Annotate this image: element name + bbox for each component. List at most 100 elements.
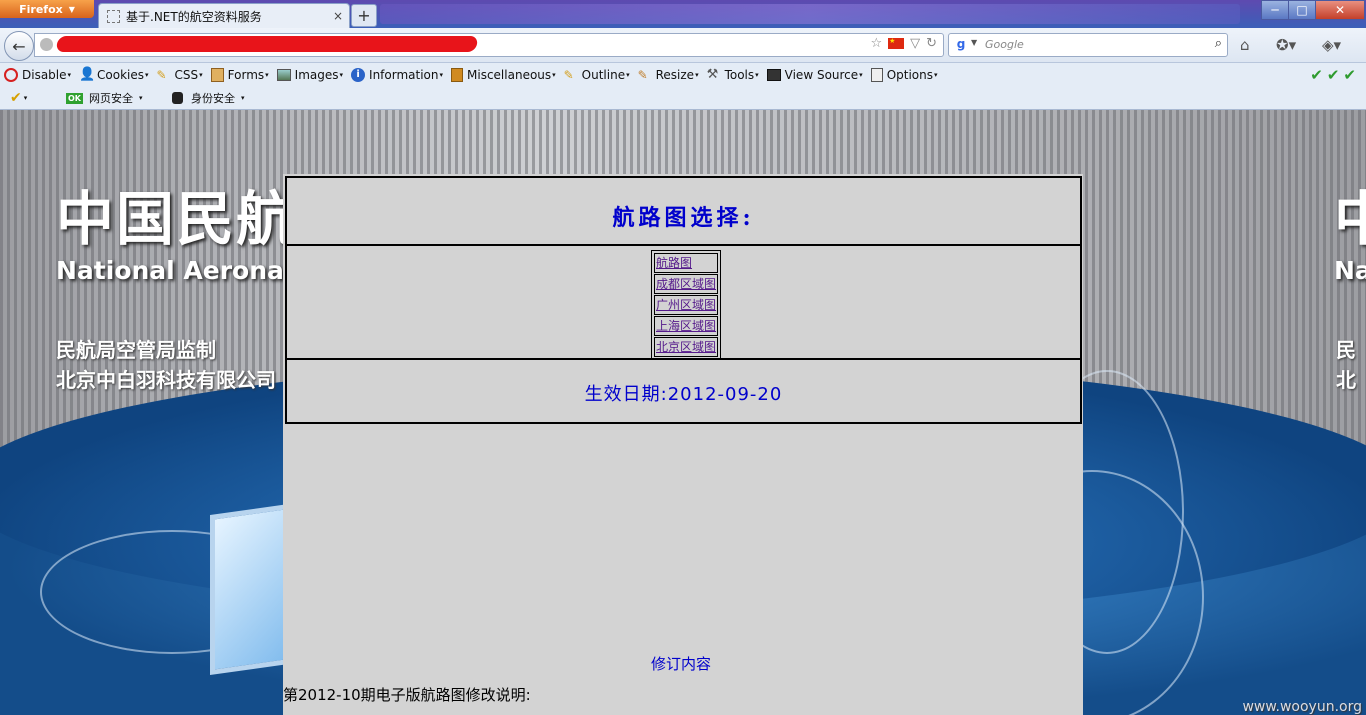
logo-english-right: Na	[1334, 256, 1366, 285]
effective-date: 生效日期:2012-09-20	[584, 384, 783, 405]
devtool-information[interactable]: i Information ▾	[351, 68, 443, 82]
panel-title: 航路图选择:	[612, 205, 755, 231]
devtool-label: View Source	[784, 68, 859, 82]
devtool-label: Disable	[22, 68, 67, 82]
devtool-label: Cookies	[97, 68, 145, 82]
devtool-miscellaneous[interactable]: Miscellaneous ▾	[451, 68, 556, 82]
url-bar[interactable]: ☆ ▽ ↻	[34, 33, 944, 57]
table-row: 航路图 成都区域图 广州区域图 上海区域图 北京区域图	[286, 245, 1081, 360]
map-links-list: 航路图 成都区域图 广州区域图 上海区域图 北京区域图	[651, 250, 722, 360]
info-icon: i	[351, 68, 366, 82]
check-circle-icon: ✔	[10, 90, 22, 106]
identity-safety-label: 身份安全	[191, 92, 235, 105]
devtool-outline[interactable]: ✎ Outline ▾	[564, 68, 630, 82]
route-map-panel: 航路图选择: 航路图 成都区域图 广州区域图 上海区域图 北京区域图 生效日期:…	[283, 174, 1083, 715]
no-entry-icon	[4, 68, 18, 82]
revision-link[interactable]: 修订内容	[651, 653, 711, 674]
link-chengdu-map[interactable]: 成都区域图	[654, 274, 719, 294]
company-text-right: 北	[1336, 368, 1356, 392]
book-icon	[451, 68, 464, 82]
devtool-disable[interactable]: Disable ▾	[4, 68, 71, 82]
close-window-button[interactable]: ✕	[1315, 0, 1365, 20]
tab-active[interactable]: 基于.NET的航空资料服务 ×	[98, 3, 350, 29]
devtool-label: Images	[294, 68, 339, 82]
company-text: 北京中白羽科技有限公司	[56, 368, 276, 392]
background-tabs[interactable]	[380, 4, 1240, 24]
devtool-options[interactable]: Options ▾	[870, 68, 938, 82]
devtool-label: Resize	[655, 68, 695, 82]
devtool-images[interactable]: Images ▾	[276, 68, 343, 82]
home-icon[interactable]: ⌂	[1240, 36, 1250, 54]
logo-chinese-right: 中	[1334, 185, 1366, 253]
devtool-label: CSS	[174, 68, 199, 82]
bookmarks-icon[interactable]: ✪▾	[1276, 36, 1296, 54]
route-map-table: 航路图选择: 航路图 成都区域图 广州区域图 上海区域图 北京区域图 生效日期:…	[285, 176, 1082, 424]
devtool-forms[interactable]: Forms ▾	[210, 68, 269, 82]
maximize-button[interactable]: □	[1288, 0, 1316, 20]
link-beijing-map[interactable]: 北京区域图	[654, 337, 719, 357]
search-placeholder: Google	[985, 38, 1024, 51]
devtool-view-source[interactable]: View Source ▾	[766, 68, 863, 82]
pencil-icon: ✎	[156, 68, 167, 82]
revision-note: 第2012-10期电子版航路图修改说明:	[283, 686, 531, 704]
google-icon[interactable]: g	[953, 37, 969, 53]
reload-icon[interactable]: ↻	[926, 36, 937, 51]
image-icon	[276, 69, 291, 81]
search-magnifier-icon[interactable]: ⌕	[1215, 36, 1222, 51]
supervision-text: 民航局空管局监制	[56, 338, 216, 362]
watermark: www.wooyun.org	[1242, 699, 1362, 715]
search-engine-dropdown-icon[interactable]: ▼	[971, 38, 977, 47]
devtool-resize[interactable]: ✎ Resize ▾	[638, 68, 699, 82]
identity-safety-button[interactable]: 身份安全 ▾	[172, 90, 245, 106]
china-flag-icon	[888, 37, 905, 49]
link-shanghai-map[interactable]: 上海区域图	[654, 316, 719, 336]
title-bar: Firefox ▼ 基于.NET的航空资料服务 × + ─ □ ✕	[0, 0, 1366, 29]
validation-check-icons[interactable]: ✔✔✔	[1310, 66, 1360, 84]
supervision-text-right: 民	[1336, 338, 1356, 362]
devtool-label: Forms	[227, 68, 265, 82]
options-icon	[870, 68, 883, 82]
web-safety-label: 网页安全	[89, 92, 133, 105]
devtool-label: Miscellaneous	[467, 68, 552, 82]
checkmark-menu-button[interactable]: ✔ ▾	[10, 90, 27, 106]
link-route-map[interactable]: 航路图	[654, 253, 719, 273]
logo-chinese: 中国民航	[56, 185, 297, 253]
devtool-label: Tools	[724, 68, 755, 82]
table-row: 生效日期:2012-09-20	[286, 359, 1081, 423]
pencil-icon: ✎	[563, 68, 574, 82]
web-developer-toolbar: Disable ▾ 👤 Cookies ▾ ✎ CSS ▾ Forms ▾ Images ▾ …	[0, 63, 1366, 87]
tab-title: 基于.NET的航空资料服务	[126, 10, 262, 24]
bookmark-star-icon[interactable]: ☆	[870, 36, 882, 51]
monitor-icon	[766, 69, 781, 81]
redacted-url	[55, 36, 479, 52]
devtool-tools[interactable]: ⚒ Tools ▾	[706, 67, 759, 83]
link-guangzhou-map[interactable]: 广州区域图	[654, 295, 719, 315]
minimize-button[interactable]: ─	[1261, 0, 1289, 20]
tools-icon: ⚒	[706, 67, 719, 82]
web-safety-button[interactable]: OK 网页安全 ▾	[66, 90, 143, 106]
globe-icon	[40, 38, 53, 51]
devtool-label: Options	[886, 68, 933, 82]
tab-close-icon[interactable]: ×	[333, 9, 343, 23]
firefox-menu-button[interactable]: Firefox ▼	[0, 0, 94, 18]
new-tab-button[interactable]: +	[351, 4, 377, 27]
table-row: 航路图选择:	[286, 177, 1081, 245]
url-bar-icons: ☆ ▽ ↻	[870, 36, 937, 51]
lock-icon	[172, 92, 183, 104]
logo-english: National Aeronau	[56, 256, 302, 285]
dropdown-icon[interactable]: ▽	[910, 36, 920, 51]
devtool-css[interactable]: ✎ CSS ▾	[157, 68, 203, 82]
security-toolbar: ✔ ▾ OK 网页安全 ▾ 身份安全 ▾	[0, 87, 1366, 110]
devtool-cookies[interactable]: 👤 Cookies ▾	[79, 68, 149, 83]
ok-badge: OK	[66, 92, 83, 104]
ruler-icon: ✎	[637, 68, 648, 82]
page-viewport: 中国民航 National Aeronau 民航局空管局监制 北京中白羽科技有限…	[0, 110, 1366, 715]
firefox-menu-label: Firefox	[19, 2, 63, 16]
search-bar[interactable]: g ▼ Google ⌕	[948, 33, 1228, 57]
back-arrow-icon: ←	[12, 36, 26, 56]
clipboard-icon	[210, 68, 224, 82]
back-button[interactable]: ←	[4, 31, 34, 61]
addon-icon[interactable]: ◈▾	[1322, 36, 1341, 54]
devtool-label: Outline	[581, 68, 626, 82]
devtool-label: Information	[369, 68, 439, 82]
